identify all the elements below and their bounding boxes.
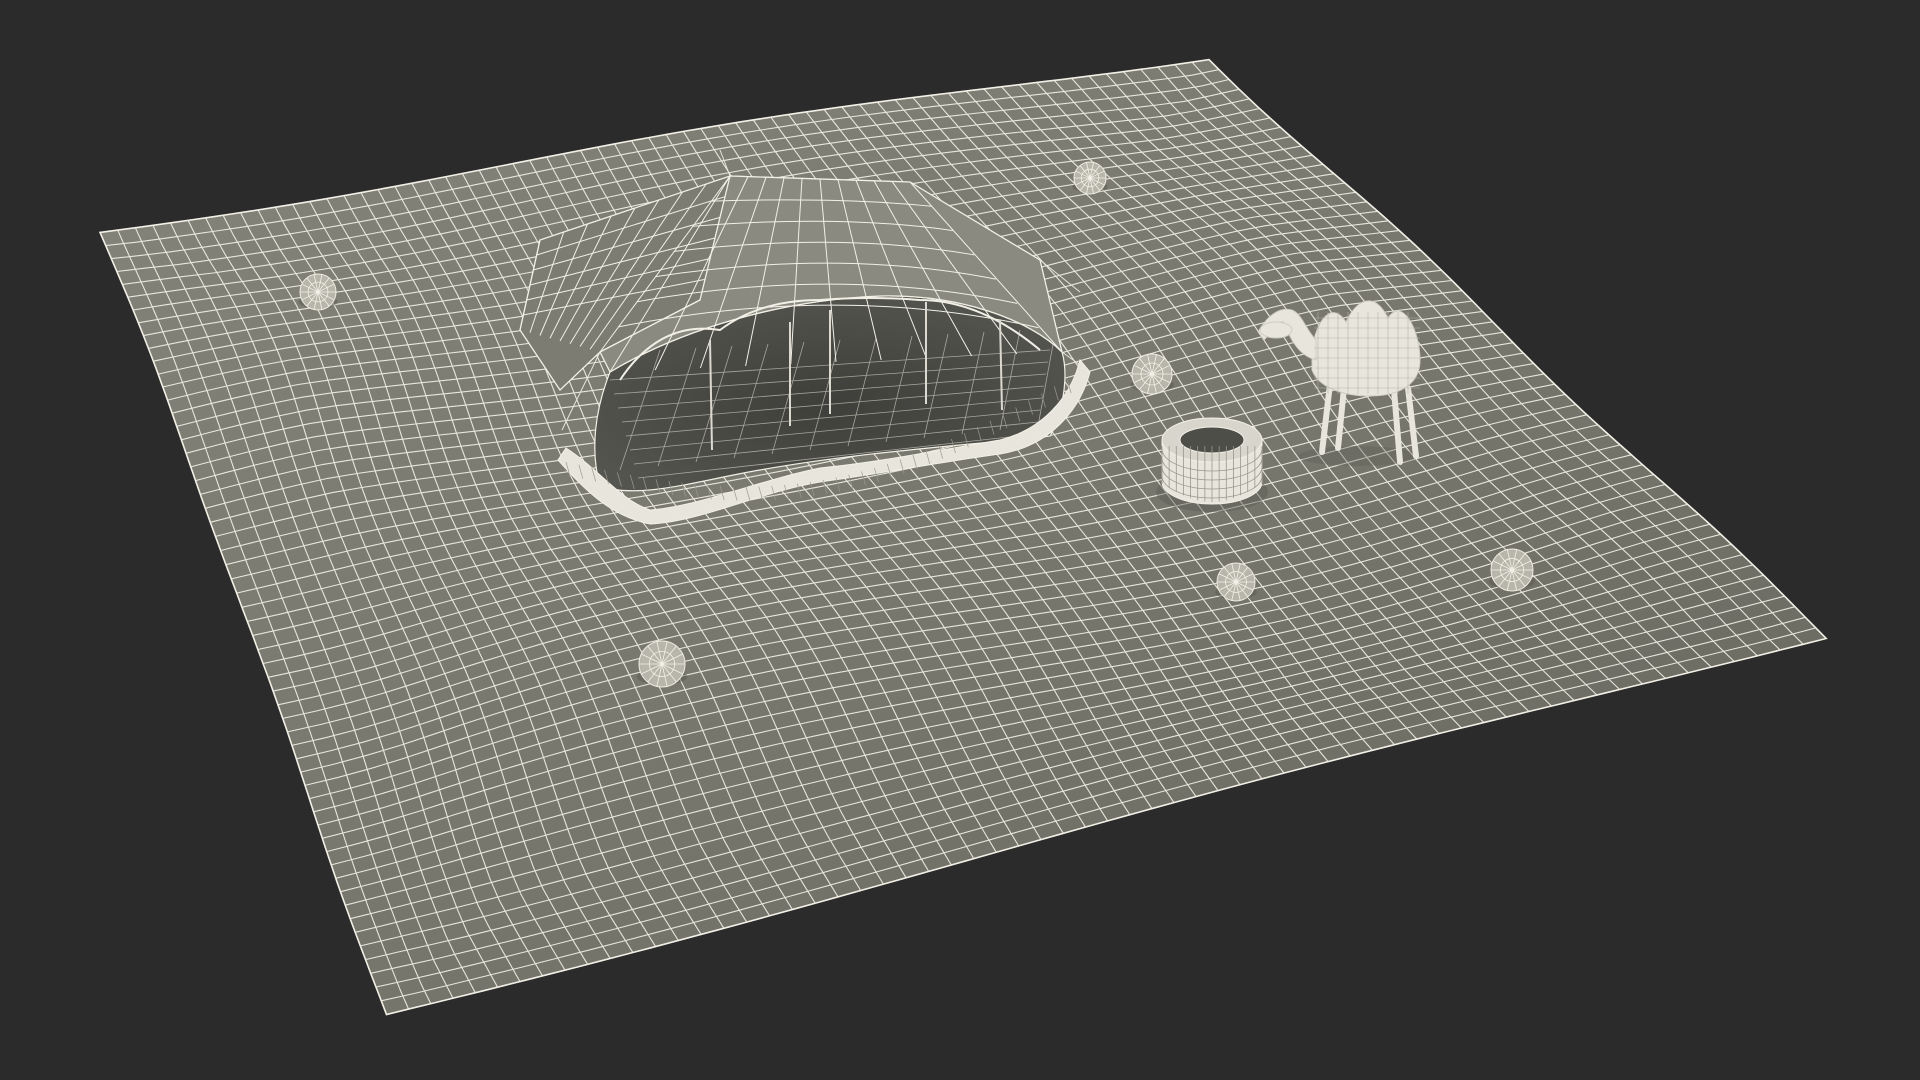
3d-viewport[interactable] [0,0,1920,1080]
terrain-mesh [98,58,1828,1016]
wireframe-scene [98,58,1828,1016]
camel-head [1259,321,1293,339]
well [1156,417,1268,512]
